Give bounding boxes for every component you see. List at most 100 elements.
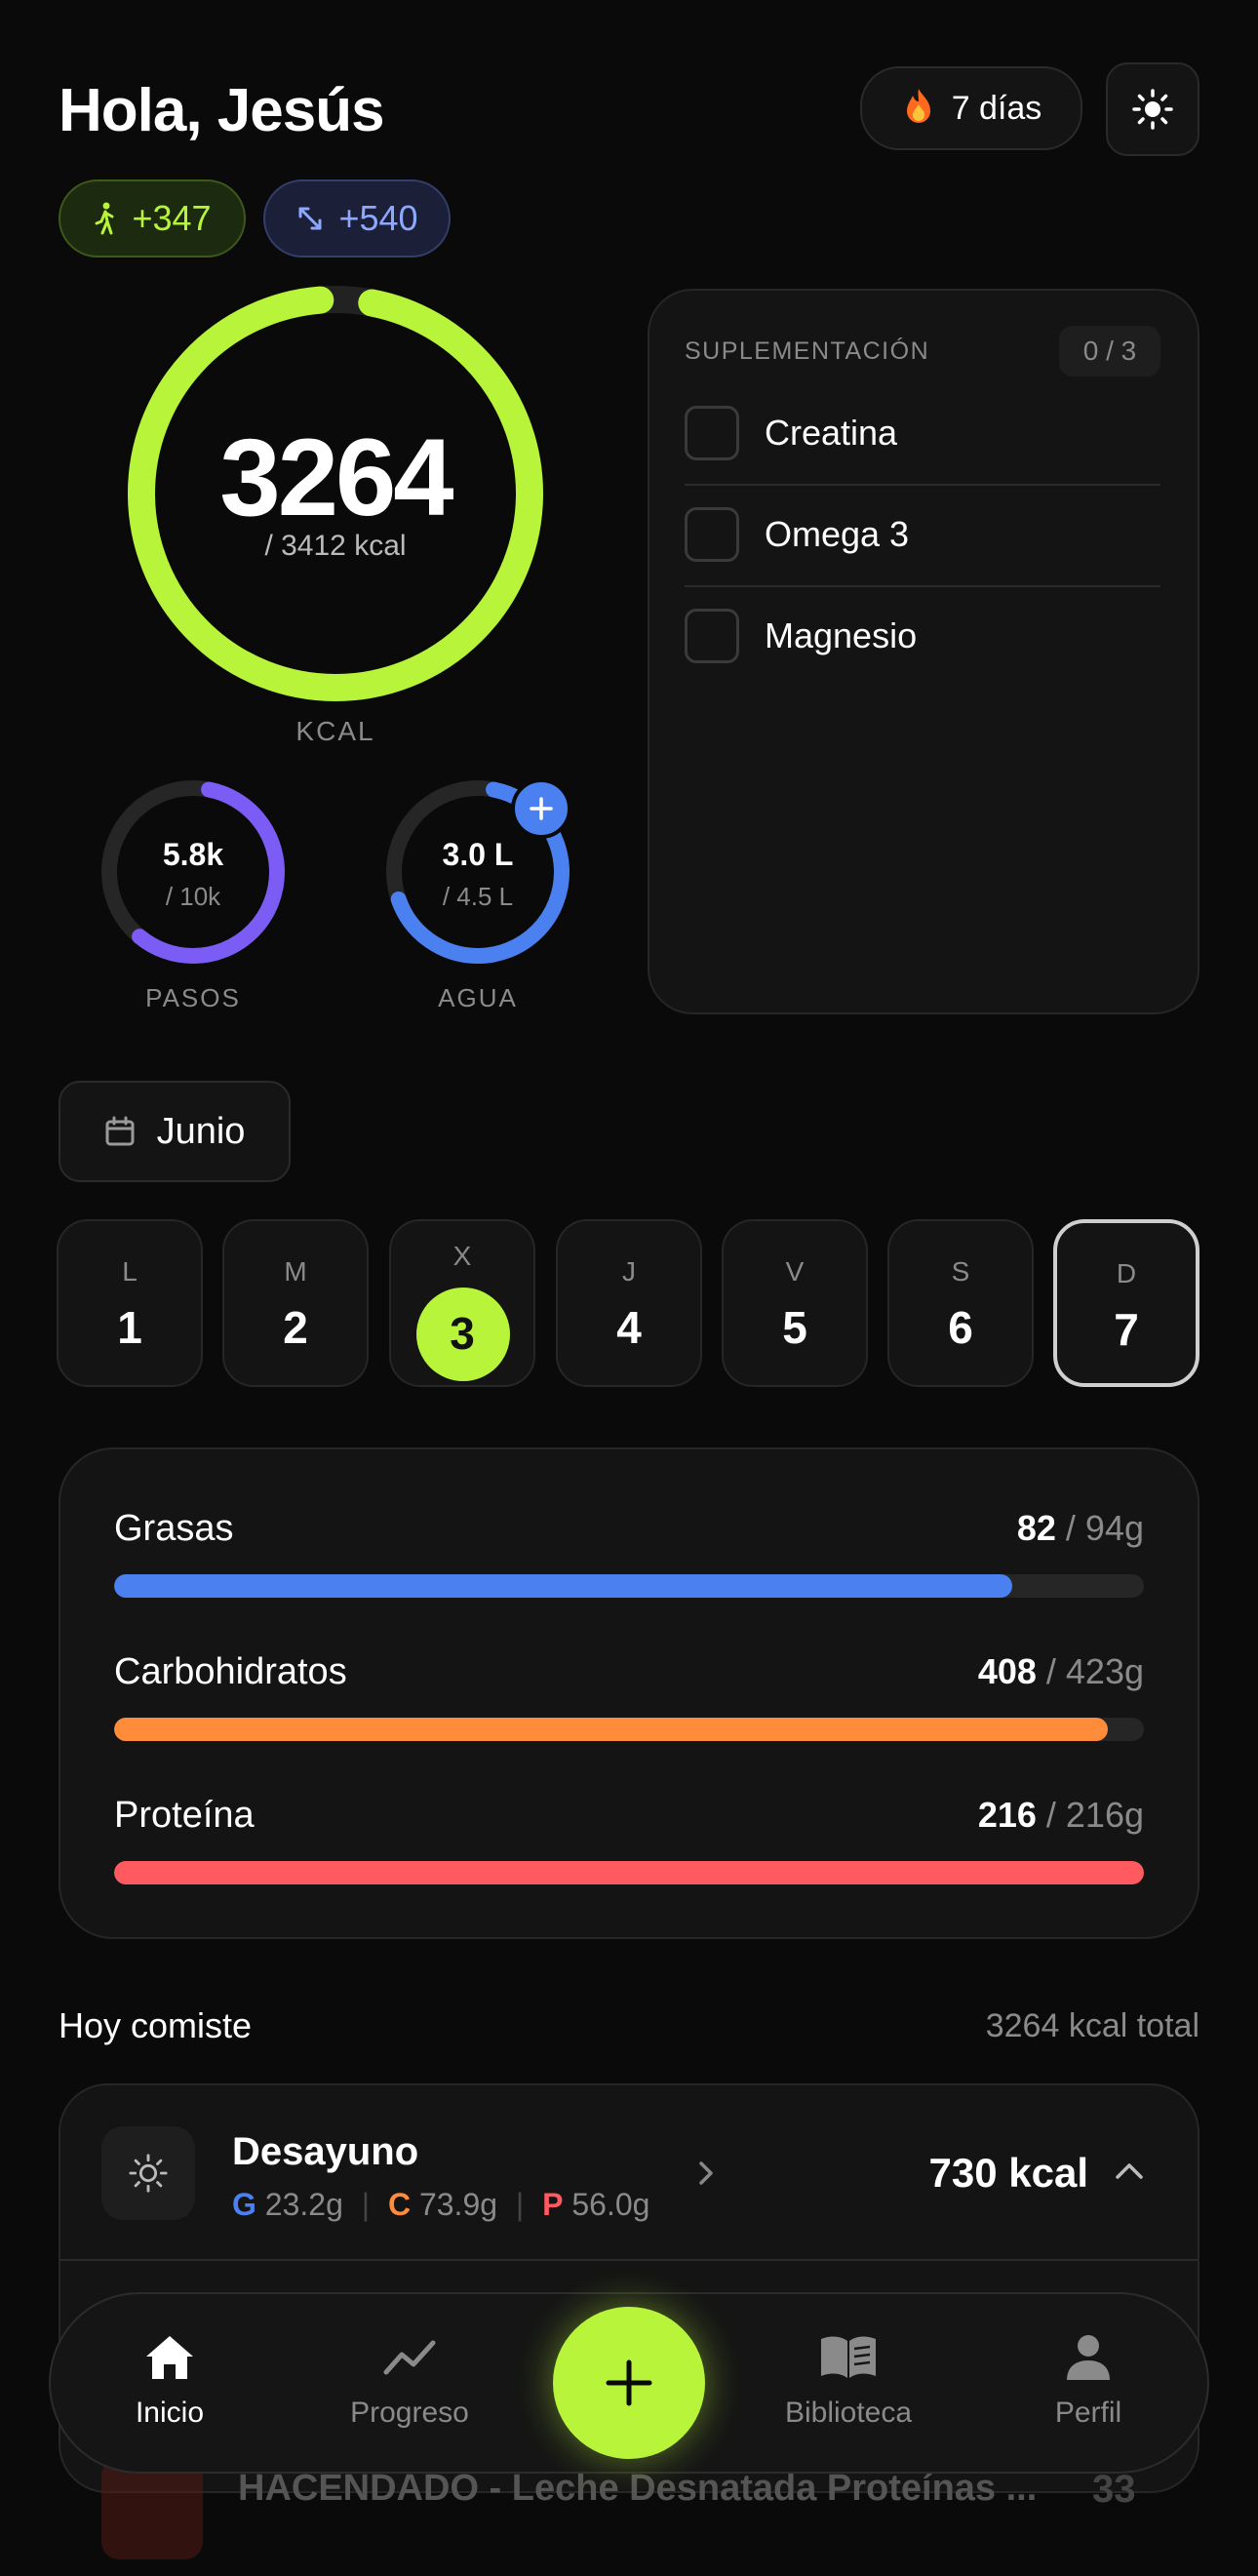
streak-badge[interactable]: 7 días — [860, 66, 1082, 150]
add-food-button[interactable] — [553, 2307, 705, 2459]
walking-icon — [95, 202, 114, 235]
kcal-bonus-value: +540 — [338, 198, 418, 238]
nav-label: Progreso — [350, 2397, 469, 2429]
steps-bonus-value: +347 — [132, 198, 212, 238]
sun-icon — [129, 2154, 168, 2193]
day-letter: X — [452, 1241, 472, 1271]
streak-label: 7 días — [951, 89, 1042, 127]
day-letter: S — [951, 1256, 970, 1287]
steps-label: PASOS — [145, 983, 241, 1012]
supplement-item-omega3[interactable]: Omega 3 — [685, 484, 1160, 587]
month-selector-button[interactable]: Junio — [59, 1081, 291, 1182]
today-total: 3264 kcal total — [985, 2007, 1199, 2044]
kcal-label: KCAL — [295, 716, 375, 746]
nav-item-perfil[interactable]: Perfil — [991, 2333, 1186, 2430]
water-label: AGUA — [438, 983, 518, 1012]
macro-bar-carbs — [114, 1718, 1144, 1741]
nav-label: Biblioteca — [784, 2397, 913, 2429]
meal-c-value: 73.9g — [418, 2187, 498, 2222]
macro-label-fat: Grasas — [114, 1508, 234, 1549]
book-icon — [821, 2336, 876, 2378]
day-number: 7 — [1114, 1304, 1139, 1355]
day-button-6[interactable]: S 6 — [887, 1219, 1034, 1387]
day-button-5[interactable]: V 5 — [722, 1219, 868, 1387]
water-goal: / 4.5 L — [442, 882, 514, 911]
supplement-name: Creatina — [765, 413, 898, 453]
steps-value: 5.8k — [162, 837, 224, 872]
chevron-right-icon[interactable] — [694, 2158, 718, 2189]
supplement-checkbox[interactable] — [685, 507, 739, 562]
supplements-count: 0 / 3 — [1059, 326, 1160, 376]
sun-icon — [1132, 89, 1173, 130]
month-label: Junio — [156, 1110, 246, 1152]
day-button-2[interactable]: M 2 — [222, 1219, 369, 1387]
today-title: Hoy comiste — [59, 2005, 253, 2045]
theme-toggle-button[interactable] — [1106, 62, 1199, 156]
macro-value-carbs: 408 / 423g — [977, 1651, 1144, 1691]
calendar-icon — [105, 1116, 135, 1146]
trend-chart-icon — [383, 2340, 436, 2375]
food-item-name: HACENDADO - Leche Desnatada Proteínas ..… — [238, 2468, 1038, 2509]
nav-label: Inicio — [135, 2397, 205, 2429]
day-letter: L — [122, 1256, 138, 1287]
supplement-checkbox[interactable] — [685, 406, 739, 460]
nav-item-progreso[interactable]: Progreso — [312, 2333, 507, 2430]
supplement-name: Magnesio — [765, 615, 918, 655]
macro-value-protein: 216 / 216g — [977, 1795, 1144, 1835]
steps-goal: / 10k — [165, 882, 221, 911]
meal-divider — [60, 2259, 1198, 2261]
meal-p-label: P — [542, 2187, 564, 2222]
day-letter: D — [1116, 1258, 1137, 1288]
plus-icon — [606, 2359, 652, 2406]
day-number: 6 — [948, 1302, 973, 1353]
plus-icon — [530, 797, 553, 820]
day-number: 5 — [782, 1302, 807, 1353]
kcal-bonus-badge: +540 — [263, 179, 451, 258]
day-number: 4 — [616, 1302, 642, 1353]
meal-g-label: G — [232, 2187, 256, 2222]
day-number: 3 — [450, 1308, 475, 1359]
macro-bar-fill — [114, 1861, 1144, 1884]
expand-arrows-icon — [298, 207, 322, 230]
day-button-4[interactable]: J 4 — [556, 1219, 702, 1387]
meal-kcal: 730 kcal — [928, 2150, 1089, 2196]
supplement-item-creatina[interactable]: Creatina — [685, 382, 1160, 486]
day-button-1[interactable]: L 1 — [57, 1219, 203, 1387]
day-letter: M — [284, 1256, 307, 1287]
nav-item-biblioteca[interactable]: Biblioteca — [751, 2333, 946, 2430]
meal-g-value: 23.2g — [264, 2187, 343, 2222]
day-letter: V — [785, 1256, 805, 1287]
macro-bar-protein — [114, 1861, 1144, 1884]
meal-sep: | — [361, 2187, 371, 2222]
macro-label-protein: Proteína — [114, 1795, 255, 1836]
supplement-item-magnesio[interactable]: Magnesio — [685, 585, 1160, 687]
nav-item-inicio[interactable]: Inicio — [72, 2333, 267, 2430]
macro-bar-fill — [114, 1718, 1109, 1741]
user-icon — [1067, 2335, 1110, 2380]
day-number: 1 — [117, 1302, 142, 1353]
add-water-button[interactable] — [511, 778, 571, 839]
supplement-checkbox[interactable] — [685, 609, 739, 663]
supplements-title: SUPLEMENTACIÓN — [685, 337, 930, 365]
meal-p-value: 56.0g — [571, 2187, 650, 2222]
food-item-kcal: 33 — [1092, 2468, 1136, 2511]
meal-icon-box — [101, 2126, 195, 2220]
day-button-3[interactable]: X 3 — [389, 1219, 535, 1387]
day-letter: J — [622, 1256, 636, 1287]
nav-label: Perfil — [1054, 2397, 1122, 2429]
chevron-up-icon[interactable] — [1112, 2158, 1147, 2185]
kcal-value: 3264 — [219, 416, 453, 538]
day-button-7[interactable]: D 7 — [1053, 1219, 1199, 1387]
macro-bar-fat — [114, 1574, 1144, 1598]
steps-bonus-badge: +347 — [59, 179, 246, 258]
macro-label-carbs: Carbohidratos — [114, 1651, 347, 1692]
day-number: 2 — [283, 1302, 308, 1353]
meal-c-label: C — [387, 2187, 412, 2222]
water-value: 3.0 L — [442, 837, 514, 872]
supplement-name: Omega 3 — [765, 514, 910, 554]
macro-value-fat: 82 / 94g — [1016, 1508, 1144, 1548]
kcal-goal: / 3412 kcal — [264, 530, 407, 562]
meal-macros: G 23.2g | C 73.9g | P 56.0g — [232, 2187, 649, 2223]
flame-icon — [901, 87, 936, 131]
meal-name: Desayuno — [232, 2130, 419, 2173]
